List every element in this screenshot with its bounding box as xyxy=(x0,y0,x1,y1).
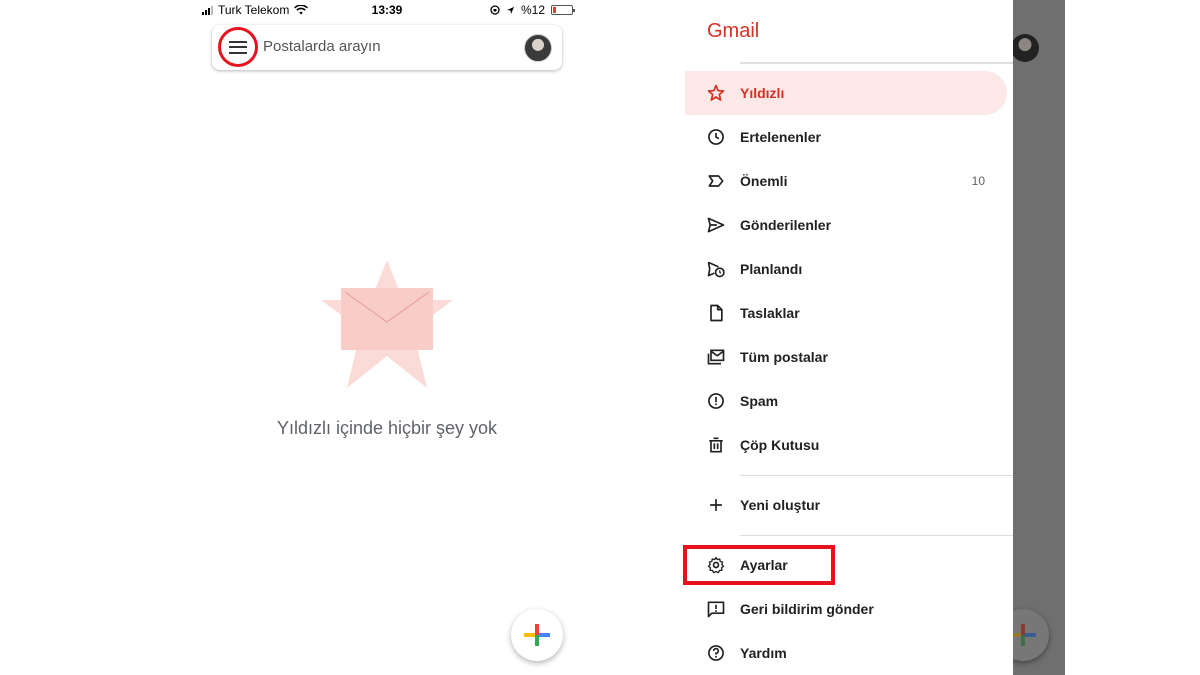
nav-label: Ertelenenler xyxy=(740,129,821,145)
clock-icon xyxy=(708,129,724,145)
compose-button xyxy=(1013,609,1049,661)
nav-label: Yıldızlı xyxy=(740,85,785,101)
star-icon xyxy=(707,84,725,101)
help-icon xyxy=(708,645,724,661)
starred-empty-illustration xyxy=(321,260,453,388)
trash-icon xyxy=(709,437,723,453)
battery-icon xyxy=(551,5,575,15)
nav-item-create-new[interactable]: Yeni oluştur xyxy=(685,483,1007,527)
search-bar[interactable]: Postalarda arayın xyxy=(212,25,562,70)
plus-icon xyxy=(524,624,550,646)
nav-label: Taslaklar xyxy=(740,305,800,321)
important-icon xyxy=(708,175,724,187)
nav-item-trash[interactable]: Çöp Kutusu xyxy=(685,423,1007,467)
inbox-screen: Turk Telekom 13:39 %12 Postalarda arayın… xyxy=(197,0,577,675)
settings-highlight xyxy=(683,545,835,585)
divider xyxy=(740,535,1013,536)
avatar xyxy=(1013,34,1039,62)
divider xyxy=(740,475,1013,476)
search-input[interactable]: Postalarda arayın xyxy=(263,38,381,55)
status-bar: Turk Telekom 13:39 %12 xyxy=(197,0,577,20)
nav-label: Önemli xyxy=(740,173,788,189)
send-icon xyxy=(707,217,725,233)
divider xyxy=(740,62,1013,64)
nav-label: Çöp Kutusu xyxy=(740,437,820,453)
feedback-icon xyxy=(707,601,725,618)
battery-percent: %12 xyxy=(520,3,545,17)
location-icon xyxy=(506,6,515,14)
nav-item-important[interactable]: Önemli 10 xyxy=(685,159,1007,203)
scheduled-send-icon xyxy=(707,261,725,278)
hamburger-icon xyxy=(229,40,247,54)
nav-label: Spam xyxy=(740,393,779,409)
avatar[interactable] xyxy=(524,34,552,62)
nav-item-spam[interactable]: Spam xyxy=(685,379,1007,423)
menu-button[interactable] xyxy=(218,27,258,67)
nav-label: Yeni oluştur xyxy=(740,497,821,513)
nav-item-help[interactable]: Yardım xyxy=(685,631,1007,675)
lock-rotation-icon xyxy=(490,5,500,15)
nav-item-snoozed[interactable]: Ertelenenler xyxy=(685,115,1007,159)
nav-label: Tüm postalar xyxy=(740,349,828,365)
nav-label: Gönderilenler xyxy=(740,217,832,233)
all-mail-icon xyxy=(707,349,725,365)
spam-icon xyxy=(708,393,724,409)
nav-label: Yardım xyxy=(740,645,787,661)
plus-icon xyxy=(710,499,722,511)
nav-item-sent[interactable]: Gönderilenler xyxy=(685,203,1007,247)
nav-item-starred[interactable]: Yıldızlı xyxy=(685,71,1007,115)
nav-label: Planlandı xyxy=(740,261,803,277)
unread-count: 10 xyxy=(971,174,985,188)
plus-icon xyxy=(1013,624,1036,646)
drawer-title: Gmail xyxy=(707,20,760,42)
nav-item-feedback[interactable]: Geri bildirim gönder xyxy=(685,587,1007,631)
compose-button[interactable] xyxy=(511,609,563,661)
nav-item-drafts[interactable]: Taslaklar xyxy=(685,291,1007,335)
draft-icon xyxy=(710,304,723,322)
nav-item-all-mail[interactable]: Tüm postalar xyxy=(685,335,1007,379)
empty-state-message: Yıldızlı içinde hiçbir şey yok xyxy=(276,418,498,438)
nav-item-scheduled[interactable]: Planlandı xyxy=(685,247,1007,291)
nav-label: Geri bildirim gönder xyxy=(740,601,874,617)
drawer-scrim[interactable] xyxy=(1013,0,1065,675)
